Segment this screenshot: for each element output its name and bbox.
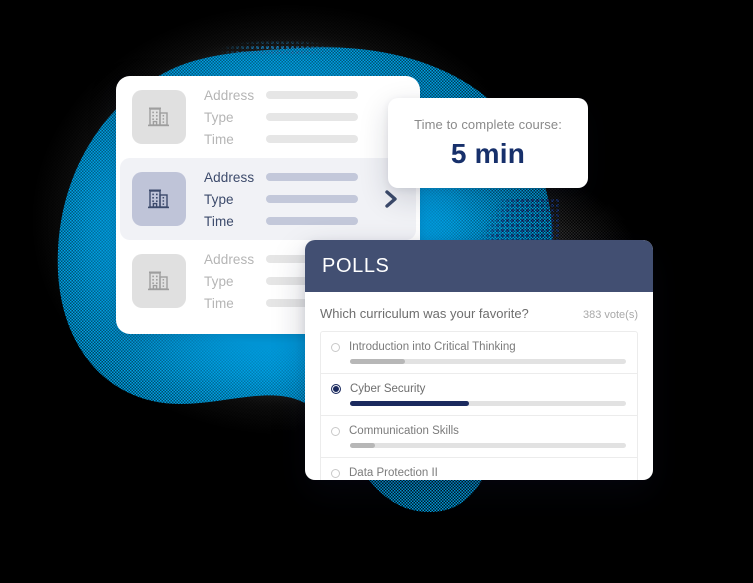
field-value-placeholder [266, 195, 358, 203]
field-label: Address [204, 251, 255, 267]
polls-body: Which curriculum was your favorite? 383 … [305, 292, 653, 480]
time-value: 5 min [450, 137, 526, 169]
building-icon [132, 172, 186, 226]
field-address: Address [204, 167, 380, 187]
field-label: Address [204, 169, 255, 185]
chevron-right-icon[interactable] [380, 188, 402, 210]
building-icon [132, 254, 186, 308]
poll-result-fill [350, 443, 375, 448]
field-label: Type [204, 109, 234, 125]
illustration-stage: Address Type Time Address Type Time Addr… [0, 0, 753, 583]
list-item-active[interactable]: Address Type Time [120, 158, 416, 240]
poll-question: Which curriculum was your favorite? [320, 306, 529, 321]
radio-button-icon[interactable] [331, 342, 340, 352]
poll-result-track [350, 359, 626, 364]
field-label: Type [204, 191, 234, 207]
list-item-fields: Address Type Time [204, 167, 380, 231]
polls-title: POLLS [322, 254, 390, 277]
poll-option-label: Data Protection II [349, 467, 438, 479]
list-item[interactable]: Address Type Time [116, 76, 420, 158]
poll-option-header: Cyber Security [331, 383, 626, 395]
poll-options-list: Introduction into Critical Thinking Cybe… [320, 331, 638, 480]
poll-option[interactable]: Communication Skills [321, 416, 637, 458]
field-type: Type [204, 189, 380, 209]
building-icon [132, 90, 186, 144]
field-value-placeholder [266, 135, 358, 143]
radio-button-selected-icon[interactable] [331, 384, 341, 394]
poll-result-fill [350, 401, 469, 406]
field-label: Address [204, 87, 255, 103]
field-label: Type [204, 273, 234, 289]
field-time: Time [204, 211, 380, 231]
poll-option[interactable]: Introduction into Critical Thinking [321, 332, 637, 374]
field-type: Type [204, 107, 384, 127]
field-value-placeholder [266, 113, 358, 121]
poll-result-track [350, 443, 626, 448]
field-value-placeholder [266, 91, 358, 99]
field-time: Time [204, 129, 384, 149]
time-to-complete-card: Time to complete course: 5 min [388, 98, 588, 188]
field-label: Time [204, 131, 234, 147]
field-address: Address [204, 85, 384, 105]
field-label: Time [204, 295, 234, 311]
polls-question-row: Which curriculum was your favorite? 383 … [320, 306, 638, 321]
field-value-placeholder [266, 173, 358, 181]
poll-option[interactable]: Data Protection II [321, 458, 637, 480]
poll-option-label: Cyber Security [350, 383, 426, 395]
poll-option-header: Introduction into Critical Thinking [331, 341, 626, 353]
poll-option-selected[interactable]: Cyber Security [321, 374, 637, 416]
poll-option-header: Communication Skills [331, 425, 626, 437]
polls-card: POLLS Which curriculum was your favorite… [305, 240, 653, 480]
list-item-fields: Address Type Time [204, 85, 384, 149]
radio-button-icon[interactable] [331, 468, 340, 478]
poll-result-fill [350, 359, 406, 364]
field-value-placeholder [266, 217, 358, 225]
poll-result-track [350, 401, 626, 406]
poll-option-header: Data Protection II [331, 467, 626, 479]
field-label: Time [204, 213, 234, 229]
polls-header: POLLS [305, 240, 653, 292]
poll-option-label: Introduction into Critical Thinking [349, 341, 516, 353]
poll-vote-count: 383 vote(s) [582, 309, 638, 321]
poll-option-label: Communication Skills [349, 425, 459, 437]
halftone-dots-top [205, 30, 355, 56]
radio-button-icon[interactable] [331, 426, 340, 436]
time-caption: Time to complete course: [414, 116, 562, 132]
